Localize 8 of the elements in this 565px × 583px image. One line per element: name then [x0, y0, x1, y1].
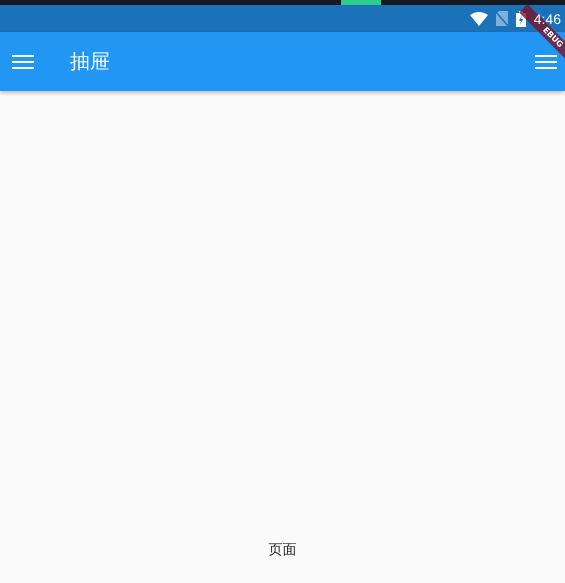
- camera-notch: [341, 0, 381, 5]
- app-bar-title: 抽屉: [70, 48, 111, 75]
- menu-icon[interactable]: [12, 54, 34, 70]
- page-text: 页面: [268, 541, 296, 559]
- no-sim-icon: [496, 11, 508, 26]
- status-time: 4:46: [534, 10, 561, 26]
- menu-icon[interactable]: [535, 54, 557, 70]
- wifi-icon: [470, 12, 488, 26]
